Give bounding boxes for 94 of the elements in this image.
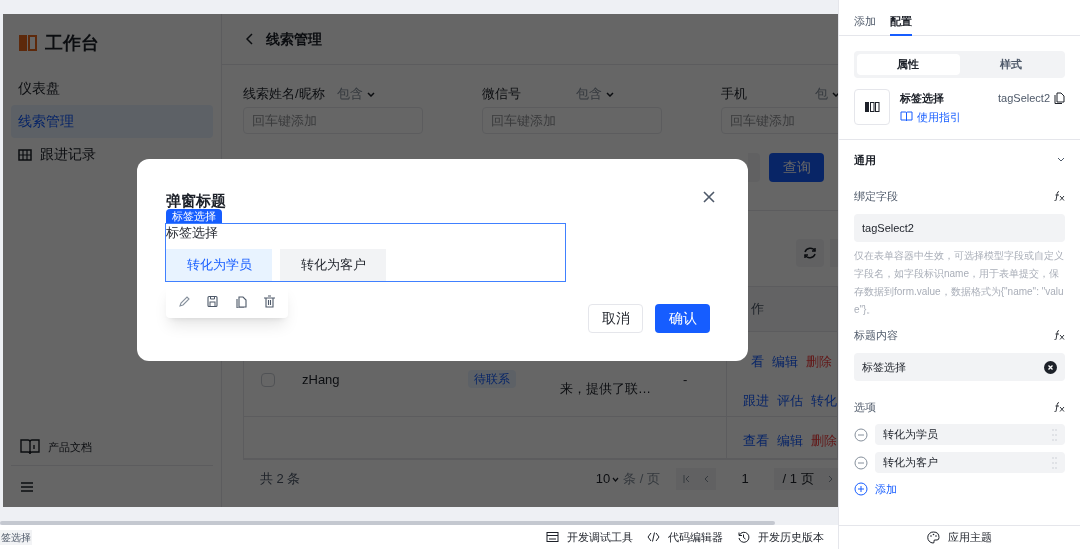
action-link[interactable]: 编辑 (772, 352, 798, 372)
segment-tab[interactable]: 样式 (959, 54, 1062, 75)
plus-circle-icon (854, 482, 868, 497)
tag-select-icon (864, 102, 880, 112)
first-page-icon (682, 475, 690, 483)
remove-button[interactable] (854, 427, 868, 442)
refresh-button[interactable] (796, 239, 824, 267)
clear-icon (1044, 360, 1057, 374)
function-icon (1054, 330, 1065, 340)
confirm-button[interactable]: 确认 (655, 304, 710, 333)
save-button[interactable] (204, 293, 221, 310)
chevron-down-icon (832, 91, 838, 97)
copy-button[interactable] (1054, 92, 1065, 105)
status-bar-button[interactable]: 开发历史版本 (737, 528, 824, 546)
help-text: 仅在表单容器中生效，可选择模型字段或自定义字段名，如字段标识name，用于表单提交，保存数据到form.value，数据格式为{"name": "value"}。 (854, 249, 1065, 317)
book-icon (20, 438, 40, 456)
action-link[interactable]: 看 (751, 352, 764, 372)
modal-title: 弹窗标题 (166, 191, 226, 211)
trash-button[interactable] (261, 293, 278, 310)
table-cell-text: 来，提供了联… (560, 380, 652, 398)
edit-icon (177, 295, 191, 308)
page-title: 线索管理 (266, 29, 322, 49)
filter-label: 手机 (721, 85, 748, 104)
palette-icon (927, 531, 940, 544)
component-id: tagSelect2 (998, 91, 1050, 106)
chevron-left-icon (703, 475, 709, 483)
function-icon (1054, 402, 1065, 412)
component-name: 标签选择 (900, 91, 944, 106)
status-bar-button[interactable]: 应用主题 (927, 529, 992, 546)
status-bar-button[interactable]: 开发调试工具 (546, 528, 633, 546)
window-icon (546, 530, 559, 544)
selected-component[interactable]: 标签选择 转化为学员 转化为客户 (165, 223, 566, 282)
chevron-down-icon (367, 91, 375, 97)
page-size-select[interactable]: 10 (595, 469, 620, 489)
chevron-down-icon (612, 476, 620, 482)
guide-link[interactable]: 使用指引 (917, 108, 961, 125)
segment-tab[interactable]: 属性 (857, 54, 960, 75)
table-cell-text: - (683, 371, 688, 389)
status-label: 签选择 (0, 529, 32, 545)
cancel-button[interactable]: 取消 (588, 304, 643, 333)
table-cell-text: zHang (302, 371, 341, 389)
filter-label: 线索姓名/昵称 (243, 85, 326, 104)
field-label: 标题内容 (854, 327, 898, 343)
action-link[interactable]: 编辑 (777, 431, 803, 451)
menu-icon (20, 480, 34, 493)
grid-icon (18, 148, 32, 161)
selection-label: 标签选择 (166, 209, 222, 223)
save-icon (206, 295, 220, 308)
section-title: 通用 (854, 152, 876, 168)
minus-circle-icon (854, 455, 868, 470)
action-link[interactable]: 查看 (743, 431, 769, 451)
remove-button[interactable] (854, 455, 868, 470)
back-icon (246, 33, 254, 45)
action-link[interactable]: 转化 (811, 390, 837, 410)
tag-option[interactable]: 转化为客户 (280, 249, 386, 281)
chevron-down-icon (606, 91, 614, 97)
panel-tab[interactable]: 配置 (890, 0, 912, 36)
filter-label: 微信号 (482, 85, 522, 104)
query-button[interactable]: 查询 (769, 153, 824, 182)
code-icon (647, 530, 660, 544)
chevron-right-icon (827, 475, 833, 483)
close-button[interactable] (702, 190, 716, 204)
input-field[interactable]: tagSelect2 (854, 214, 1065, 242)
input-field[interactable]: 标签选择 (854, 353, 1065, 381)
panel-tab[interactable]: 添加 (854, 0, 876, 36)
function-icon (1054, 191, 1065, 201)
status-bar-button[interactable]: 代码编辑器 (647, 528, 723, 546)
refresh-icon (803, 246, 817, 260)
action-link[interactable]: 评估 (777, 390, 803, 410)
book-icon (19, 35, 37, 51)
history-icon (737, 530, 750, 544)
field-label: 绑定字段 (854, 188, 898, 204)
status-tag: 待联系 (468, 370, 516, 388)
sidebar-item[interactable]: 跟进记录 (11, 138, 213, 171)
trash-icon (263, 295, 277, 308)
tag-option[interactable]: 转化为学员 (166, 249, 272, 281)
page-input[interactable]: 1 (716, 468, 774, 490)
docs-link[interactable]: 产品文档 (48, 438, 92, 456)
action-link[interactable]: 跟进 (743, 390, 769, 410)
minus-circle-icon (854, 427, 868, 442)
app-title: 工作台 (45, 31, 99, 55)
option-field[interactable]: 转化为客户 (875, 452, 1065, 473)
option-field[interactable]: 转化为学员 (875, 424, 1065, 445)
add-button[interactable]: 添加 (839, 481, 1080, 498)
column-header: 作 (751, 300, 764, 319)
page-count: / 1 页 (781, 470, 815, 489)
copy-icon (1054, 92, 1065, 105)
field-label: 标签选择 (166, 224, 219, 242)
total-count: 共 2 条 (260, 470, 301, 489)
close-icon (703, 191, 715, 203)
field-label: 选项 (854, 399, 876, 415)
book-icon (900, 111, 913, 123)
sidebar-item[interactable]: 仪表盘 (11, 72, 213, 105)
copy-icon (234, 295, 248, 308)
